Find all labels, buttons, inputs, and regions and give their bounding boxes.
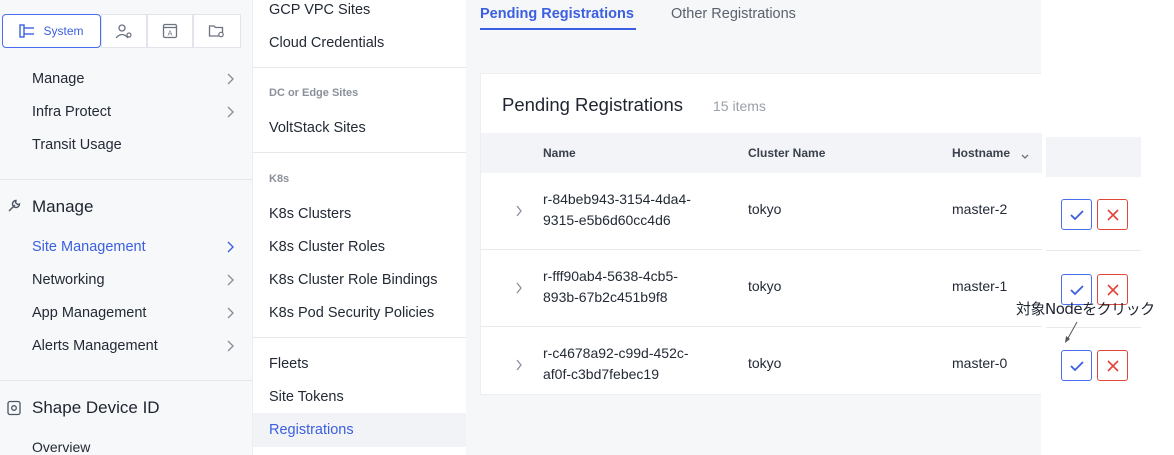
divider — [1046, 250, 1141, 251]
cell-cluster-name: tokyo — [748, 201, 782, 217]
reject-button[interactable] — [1097, 199, 1128, 230]
cell-name-line2: 893b-67b2c451b9f8 — [543, 289, 668, 305]
cell-cluster-name: tokyo — [748, 355, 782, 371]
pending-registrations-card: Pending Registrations 15 items Name Clus… — [480, 73, 1042, 395]
table-row[interactable]: r-c4678a92-c99d-452c- af0f-c3bd7febec19 … — [481, 327, 1042, 404]
nav-item-app-management[interactable]: App Management — [32, 305, 146, 321]
divider — [253, 152, 466, 153]
main-content: Pending Registrations Other Registration… — [466, 0, 1042, 455]
cell-name-line1: r-84beb943-3154-4da4- — [543, 191, 691, 207]
check-icon — [1069, 209, 1084, 220]
close-icon — [1106, 359, 1119, 372]
submenu-heading-k8s: K8s — [269, 173, 290, 185]
cell-hostname: master-1 — [952, 278, 1008, 294]
divider — [0, 380, 253, 381]
cell-name: r-84beb943-3154-4da4- 9315-e5b6d60cc4d6 — [543, 189, 733, 231]
divider — [253, 337, 466, 338]
divider — [1046, 327, 1141, 328]
cell-name-line2: 9315-e5b6d60cc4d6 — [543, 212, 671, 228]
tab-folder-settings[interactable] — [193, 14, 241, 48]
cell-cluster-name: tokyo — [748, 278, 782, 294]
reject-button[interactable] — [1097, 350, 1128, 381]
nav-item-overview[interactable]: Overview — [32, 439, 90, 455]
cell-name-line1: r-fff90ab4-5638-4cb5- — [543, 268, 678, 284]
chevron-right-icon — [227, 274, 234, 286]
hierarchy-icon — [19, 24, 35, 38]
table-row[interactable]: r-fff90ab4-5638-4cb5- 893b-67b2c451b9f8 … — [481, 250, 1042, 327]
nav-item-manage[interactable]: Manage — [32, 71, 84, 87]
submenu-item-voltstack-sites[interactable]: VoltStack Sites — [269, 120, 366, 136]
cell-name-line2: af0f-c3bd7febec19 — [543, 366, 659, 382]
submenu-item-registrations[interactable]: Registrations — [269, 422, 354, 438]
submenu-item-site-tokens[interactable]: Site Tokens — [269, 389, 344, 405]
svg-text:A: A — [168, 30, 173, 38]
tab-user-settings[interactable] — [101, 14, 147, 48]
submenu-item-gcp-vpc-sites[interactable]: GCP VPC Sites — [269, 2, 370, 18]
divider — [253, 67, 466, 68]
tab-browser[interactable]: A — [147, 14, 193, 48]
expand-chevron-icon[interactable] — [515, 358, 523, 372]
expand-chevron-icon[interactable] — [515, 281, 523, 295]
cell-name-line1: r-c4678a92-c99d-452c- — [543, 345, 689, 361]
close-icon — [1106, 283, 1119, 296]
active-tab-indicator — [480, 28, 636, 30]
submenu-item-cloud-credentials[interactable]: Cloud Credentials — [269, 35, 384, 51]
item-count: 15 items — [713, 98, 766, 114]
user-settings-icon — [115, 24, 132, 39]
chevron-right-icon — [227, 106, 234, 118]
tab-system[interactable]: System — [2, 14, 101, 48]
card-title: Pending Registrations — [502, 94, 683, 115]
sort-icon[interactable] — [1021, 149, 1029, 159]
approve-button[interactable] — [1061, 350, 1092, 381]
check-icon — [1069, 360, 1084, 371]
cell-hostname: master-2 — [952, 201, 1008, 217]
actions-column-header — [1046, 137, 1141, 177]
site-management-submenu: GCP VPC Sites Cloud Credentials DC or Ed… — [253, 0, 466, 455]
submenu-heading-dc-edge: DC or Edge Sites — [269, 87, 359, 99]
close-icon — [1106, 208, 1119, 221]
tab-other-registrations[interactable]: Other Registrations — [671, 6, 796, 22]
annotation-note: 対象Nodeをクリック — [1016, 300, 1155, 318]
submenu-item-k8s-cluster-role-bindings[interactable]: K8s Cluster Role Bindings — [269, 272, 437, 288]
approve-button[interactable] — [1061, 199, 1092, 230]
tab-pending-registrations[interactable]: Pending Registrations — [480, 6, 634, 22]
column-header-name[interactable]: Name — [543, 146, 576, 160]
submenu-item-k8s-clusters[interactable]: K8s Clusters — [269, 206, 351, 222]
tab-system-label: System — [43, 24, 84, 38]
left-navigation: System A Manage Infra Protect Transit Us… — [0, 0, 253, 455]
nav-item-alerts-management[interactable]: Alerts Management — [32, 338, 158, 354]
nav-item-networking[interactable]: Networking — [32, 272, 105, 288]
browser-a-icon: A — [162, 23, 178, 39]
chevron-right-icon — [227, 73, 234, 85]
cell-hostname: master-0 — [952, 355, 1008, 371]
annotation-arrow-icon — [1065, 321, 1078, 343]
wrench-icon — [8, 199, 21, 212]
check-icon — [1069, 284, 1084, 295]
nav-item-transit-usage[interactable]: Transit Usage — [32, 137, 122, 153]
expand-chevron-icon[interactable] — [515, 204, 523, 218]
submenu-item-fleets[interactable]: Fleets — [269, 356, 309, 372]
table-header: Name Cluster Name Hostname — [481, 133, 1042, 173]
cell-name: r-c4678a92-c99d-452c- af0f-c3bd7febec19 — [543, 343, 733, 385]
divider — [0, 179, 253, 180]
device-id-icon — [7, 400, 21, 416]
section-manage-title: Manage — [32, 197, 94, 216]
chevron-right-icon — [227, 307, 234, 319]
nav-item-site-management[interactable]: Site Management — [32, 239, 146, 255]
column-header-hostname[interactable]: Hostname — [952, 146, 1010, 160]
folder-gear-icon — [208, 25, 224, 38]
column-header-cluster-name[interactable]: Cluster Name — [748, 146, 825, 160]
chevron-right-icon — [227, 340, 234, 352]
submenu-item-k8s-pod-security-policies[interactable]: K8s Pod Security Policies — [269, 305, 434, 321]
chevron-right-icon — [227, 241, 234, 253]
section-shape-device-id-title: Shape Device ID — [32, 398, 160, 417]
submenu-item-k8s-cluster-roles[interactable]: K8s Cluster Roles — [269, 239, 385, 255]
cell-name: r-fff90ab4-5638-4cb5- 893b-67b2c451b9f8 — [543, 266, 733, 308]
nav-item-infra-protect[interactable]: Infra Protect — [32, 104, 111, 120]
table-row[interactable]: r-84beb943-3154-4da4- 9315-e5b6d60cc4d6 … — [481, 173, 1042, 250]
